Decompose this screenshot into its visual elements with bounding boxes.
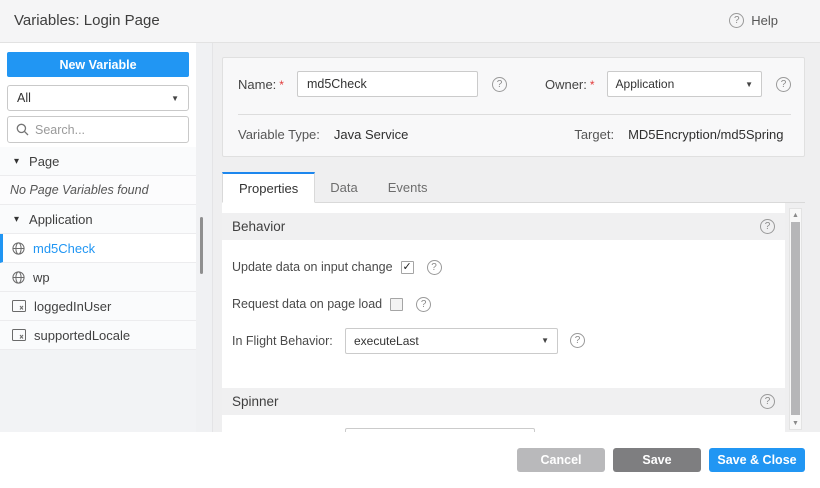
behavior-section-header: Behavior ? bbox=[222, 213, 785, 240]
in-flight-behavior-dropdown[interactable]: executeLast ▼ bbox=[345, 328, 558, 354]
save-and-close-button[interactable]: Save & Close bbox=[709, 448, 805, 472]
footer-buttons: Cancel Save Save & Close bbox=[517, 448, 805, 472]
search-icon bbox=[16, 123, 29, 136]
name-label: Name:* bbox=[238, 77, 284, 92]
request-on-load-label: Request data on page load bbox=[232, 297, 382, 311]
variable-summary-box: Name:* ? Owner:* Application ▼ ? Variabl… bbox=[222, 57, 805, 157]
request-on-load-row: Request data on page load ✓ ? bbox=[222, 294, 785, 314]
dropdown-arrow-icon: ▼ bbox=[171, 94, 179, 103]
group-label: Application bbox=[29, 212, 93, 227]
scroll-down-arrow-icon[interactable]: ▼ bbox=[790, 417, 801, 429]
variable-type-value: Java Service bbox=[334, 127, 408, 142]
variable-item-wp[interactable]: wp bbox=[0, 263, 196, 292]
tab-data[interactable]: Data bbox=[315, 173, 372, 202]
sidebar-scrollbar-thumb[interactable] bbox=[200, 217, 203, 274]
variable-filter-dropdown[interactable]: All ▼ bbox=[7, 85, 189, 111]
update-on-input-checkbox[interactable]: ✓ bbox=[401, 261, 414, 274]
caret-down-icon: ▾ bbox=[14, 156, 19, 167]
help-icon: ? bbox=[729, 13, 744, 28]
summary-divider bbox=[238, 114, 791, 115]
request-on-load-checkbox[interactable]: ✓ bbox=[390, 298, 403, 311]
variable-item-supportedlocale[interactable]: supportedLocale bbox=[0, 321, 196, 350]
variable-name: md5Check bbox=[33, 241, 95, 256]
properties-scrollbar-thumb[interactable] bbox=[791, 222, 800, 415]
owner-label: Owner:* bbox=[545, 77, 595, 92]
name-help-icon[interactable]: ? bbox=[492, 77, 507, 92]
in-flight-help-icon[interactable]: ? bbox=[570, 333, 585, 348]
tab-properties[interactable]: Properties bbox=[222, 172, 315, 203]
cancel-button[interactable]: Cancel bbox=[517, 448, 605, 472]
group-label: Page bbox=[29, 154, 59, 169]
sidebar-scrollbar[interactable] bbox=[196, 43, 213, 432]
help-button[interactable]: ? Help bbox=[729, 13, 778, 28]
save-button[interactable]: Save bbox=[613, 448, 701, 472]
service-variable-icon bbox=[12, 271, 25, 284]
required-asterisk: * bbox=[279, 78, 284, 92]
name-owner-row: Name:* ? Owner:* Application ▼ ? bbox=[238, 71, 791, 97]
properties-panel: Behavior ? Update data on input change ✓… bbox=[222, 203, 785, 432]
static-variable-icon bbox=[12, 300, 26, 312]
section-title: Behavior bbox=[232, 219, 285, 234]
target-value: MD5Encryption/md5Spring bbox=[628, 127, 783, 142]
dialog-footer: Cancel Save Save & Close bbox=[0, 432, 820, 488]
page-variables-empty-message: No Page Variables found bbox=[0, 176, 196, 205]
variable-type-label: Variable Type: bbox=[238, 127, 320, 142]
in-flight-selected-value: executeLast bbox=[354, 334, 419, 348]
spinner-section-header: Spinner ? bbox=[222, 388, 785, 415]
variable-name: wp bbox=[33, 270, 50, 285]
dropdown-arrow-icon: ▼ bbox=[745, 80, 753, 89]
variables-sidebar: New Variable All ▼ ▾ Page No Page Variab… bbox=[0, 43, 196, 432]
tree-group-page[interactable]: ▾ Page bbox=[0, 147, 196, 176]
tab-events[interactable]: Events bbox=[373, 173, 443, 202]
spinner-help-icon[interactable]: ? bbox=[760, 394, 775, 409]
page-title: Variables: Login Page bbox=[14, 12, 160, 29]
service-variable-icon bbox=[12, 242, 25, 255]
name-input[interactable] bbox=[297, 71, 478, 97]
help-label: Help bbox=[751, 13, 778, 28]
behavior-help-icon[interactable]: ? bbox=[760, 219, 775, 234]
variables-dialog: Variables: Login Page ? Help New Variabl… bbox=[0, 0, 820, 488]
update-on-input-label: Update data on input change bbox=[232, 260, 393, 274]
variable-item-md5check[interactable]: md5Check bbox=[0, 234, 196, 263]
update-on-input-help-icon[interactable]: ? bbox=[427, 260, 442, 275]
required-asterisk: * bbox=[590, 78, 595, 92]
new-variable-button[interactable]: New Variable bbox=[7, 52, 189, 77]
in-flight-behavior-row: In Flight Behavior: executeLast ▼ ? bbox=[222, 327, 785, 354]
in-flight-behavior-label: In Flight Behavior: bbox=[232, 334, 345, 348]
owner-selected-value: Application bbox=[616, 77, 675, 91]
dialog-header: Variables: Login Page ? Help bbox=[0, 0, 820, 43]
dropdown-arrow-icon: ▼ bbox=[541, 336, 549, 345]
variables-tree: ▾ Page No Page Variables found ▾ Applica… bbox=[0, 147, 196, 350]
tree-group-application[interactable]: ▾ Application bbox=[0, 205, 196, 234]
section-title: Spinner bbox=[232, 394, 279, 409]
target-label: Target: bbox=[574, 127, 614, 142]
static-variable-icon bbox=[12, 329, 26, 341]
variable-name: loggedInUser bbox=[34, 299, 111, 314]
caret-down-icon: ▾ bbox=[14, 214, 19, 225]
sidebar-filler bbox=[0, 350, 196, 432]
owner-dropdown[interactable]: Application ▼ bbox=[607, 71, 762, 97]
request-on-load-help-icon[interactable]: ? bbox=[416, 297, 431, 312]
detail-tabs: Properties Data Events bbox=[222, 173, 805, 203]
variable-item-loggedinuser[interactable]: loggedInUser bbox=[0, 292, 196, 321]
variable-search-box bbox=[7, 116, 189, 143]
properties-scrollbar[interactable]: ▲ ▼ bbox=[789, 208, 802, 430]
variable-detail-pane: Name:* ? Owner:* Application ▼ ? Variabl… bbox=[213, 43, 820, 432]
filter-selected-value: All bbox=[17, 91, 31, 105]
update-on-input-row: Update data on input change ✓ ? bbox=[222, 257, 785, 277]
variable-name: supportedLocale bbox=[34, 328, 130, 343]
owner-help-icon[interactable]: ? bbox=[776, 77, 791, 92]
type-target-row: Variable Type: Java Service Target: MD5E… bbox=[238, 124, 791, 144]
search-input[interactable] bbox=[35, 123, 180, 137]
scroll-up-arrow-icon[interactable]: ▲ bbox=[790, 209, 801, 221]
check-icon: ✓ bbox=[402, 262, 411, 273]
